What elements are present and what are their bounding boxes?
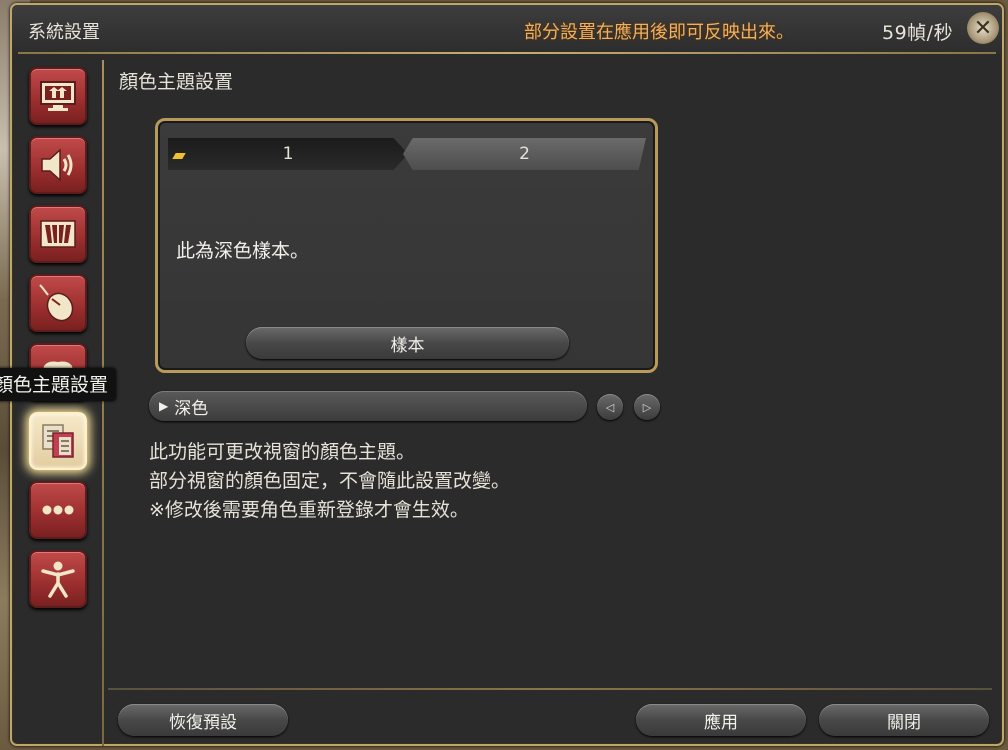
preview-tab-1[interactable]: 1: [168, 138, 408, 170]
sidebar-item-color-theme[interactable]: [29, 412, 87, 470]
sidebar-item-mouse[interactable]: [29, 274, 87, 332]
sidebar-item-sound[interactable]: [29, 136, 87, 194]
description: 此功能可更改視窗的顏色主題。 部分視窗的顏色固定，不會隨此設置改變。 ※修改後需…: [149, 438, 510, 525]
mouse-icon: [39, 284, 74, 322]
accessibility-icon: [41, 561, 75, 598]
apply-button[interactable]: 應用: [636, 704, 806, 736]
chevron-left-icon: ◁: [605, 400, 615, 414]
title-bar: 系統設置 部分設置在應用後即可反映出來。 59幀/秒 ✕: [12, 5, 1002, 53]
description-line: 部分視窗的顏色固定，不會隨此設置改變。: [149, 470, 511, 492]
sidebar-divider: [102, 60, 104, 746]
display-icon: [40, 81, 76, 111]
section-title: 顏色主題設置: [119, 71, 234, 93]
next-theme-button[interactable]: ▷: [634, 394, 660, 420]
active-tab-marker: [172, 153, 186, 159]
description-line: ※修改後需要角色重新登錄才會生效。: [149, 499, 469, 521]
footer-divider: [108, 688, 992, 690]
equalizer-icon: [40, 220, 76, 248]
preview-tab-2[interactable]: 2: [403, 138, 646, 170]
theme-dropdown-value: 深色: [174, 398, 209, 419]
sample-button[interactable]: 樣本: [246, 327, 569, 359]
preview-tab-1-label: 1: [282, 144, 294, 164]
theme-icon: [42, 424, 74, 458]
theme-dropdown[interactable]: ▶ 深色: [149, 391, 587, 421]
dropdown-arrow-icon: ▶: [159, 399, 169, 413]
description-line: 此功能可更改視窗的顏色主題。: [149, 441, 416, 463]
sidebar-item-display[interactable]: [29, 67, 87, 125]
apply-notice: 部分設置在應用後即可反映出來。: [524, 22, 794, 43]
close-button[interactable]: 關閉: [819, 704, 989, 736]
ellipsis-icon: [42, 505, 74, 515]
sidebar-tooltip: 顏色主題設置: [0, 368, 117, 401]
preview-tab-2-label: 2: [519, 144, 530, 164]
window-title: 系統設置: [28, 22, 100, 43]
sidebar-item-accessibility[interactable]: [29, 550, 87, 608]
sidebar-item-other[interactable]: [29, 481, 87, 539]
close-icon[interactable]: ✕: [967, 12, 999, 44]
chevron-right-icon: ▷: [642, 400, 652, 414]
theme-preview-panel: 1 2 此為深色樣本。 樣本: [155, 118, 658, 373]
fps-counter: 59幀/秒: [882, 22, 954, 44]
reset-defaults-button[interactable]: 恢復預設: [118, 704, 288, 736]
sample-text: 此為深色樣本。: [176, 240, 310, 262]
title-divider: [18, 52, 996, 54]
system-settings-window: 系統設置 部分設置在應用後即可反映出來。 59幀/秒 ✕ 顏色主題設置 1 2 …: [10, 3, 1004, 746]
prev-theme-button[interactable]: ◁: [597, 394, 623, 420]
speaker-icon: [41, 148, 73, 182]
sidebar-item-hud[interactable]: [29, 205, 87, 263]
